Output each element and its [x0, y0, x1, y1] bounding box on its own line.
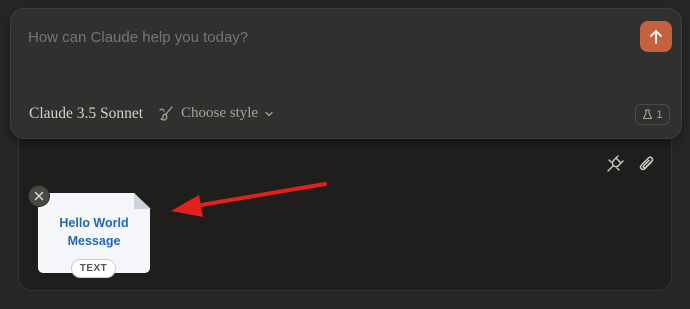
arrow-up-icon: [650, 29, 662, 44]
send-button[interactable]: [640, 21, 672, 52]
model-selector[interactable]: Claude 3.5 Sonnet: [29, 105, 143, 123]
flask-button[interactable]: 1: [635, 104, 670, 125]
brush-icon: [159, 106, 173, 121]
prompt-panel: Claude 3.5 Sonnet Choose style 1: [10, 8, 682, 139]
integrations-button[interactable]: [605, 154, 625, 174]
attachment-preview: Hello World Message: [38, 214, 150, 250]
attachment-preview-line2: Message: [67, 234, 121, 248]
chevron-down-icon: [265, 111, 273, 116]
attach-file-button[interactable]: [637, 154, 657, 174]
style-label: Choose style: [181, 105, 259, 121]
flask-count: 1: [656, 108, 663, 121]
chat-composer: Hello World Message TEXT Claude 3.5 Sonn…: [0, 0, 690, 309]
attachment-preview-line1: Hello World: [59, 216, 129, 230]
tray-tools: [605, 154, 657, 174]
plug-icon: [607, 155, 624, 172]
paperclip-icon: [639, 156, 654, 171]
remove-attachment-button[interactable]: [28, 185, 50, 207]
close-icon: [34, 191, 44, 201]
file-type-badge: TEXT: [71, 259, 116, 278]
style-selector[interactable]: Choose style: [158, 105, 274, 122]
annotation-arrow: [171, 182, 327, 217]
prompt-input[interactable]: [28, 29, 588, 46]
flask-icon: [643, 109, 653, 120]
